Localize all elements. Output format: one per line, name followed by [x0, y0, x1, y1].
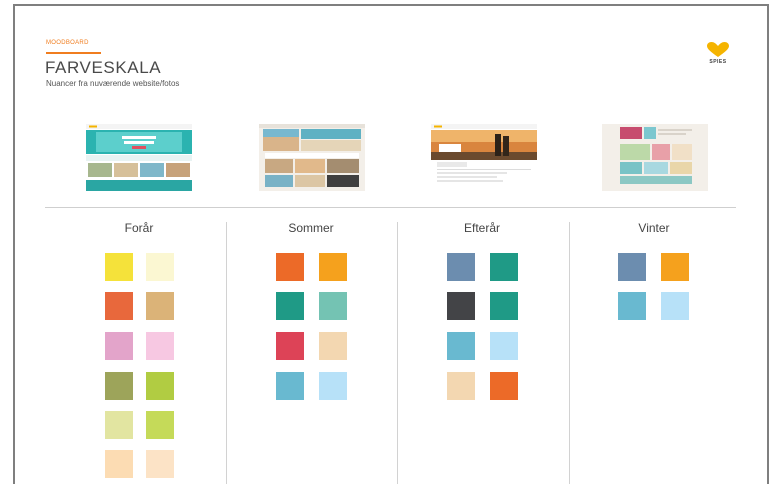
color-swatch-efterar [447, 253, 475, 281]
color-swatch-forar [146, 450, 174, 478]
color-swatch-forar [146, 411, 174, 439]
page-title: FARVESKALA [45, 58, 162, 77]
color-swatch-forar [105, 292, 133, 320]
color-swatch-forar [146, 372, 174, 400]
color-swatch-forar [105, 332, 133, 360]
season-title-sommer: Sommer [288, 221, 334, 235]
color-swatch-sommer [319, 372, 347, 400]
website-screenshot-2 [259, 124, 365, 191]
color-swatch-sommer [319, 253, 347, 281]
color-swatch-efterar [447, 372, 475, 400]
color-swatch-forar [105, 253, 133, 281]
color-swatch-sommer [276, 253, 304, 281]
color-swatch-efterar [490, 372, 518, 400]
color-swatch-sommer [276, 332, 304, 360]
page-subtitle: Nuancer fra nuværende website/fotos [46, 79, 180, 88]
season-title-vinter: Vinter [638, 221, 670, 235]
season-title-forar: Forår [124, 221, 154, 235]
website-screenshot-4 [602, 124, 708, 191]
color-swatch-sommer [319, 332, 347, 360]
column-divider [569, 222, 570, 484]
column-divider [226, 222, 227, 484]
color-swatch-efterar [490, 253, 518, 281]
color-swatch-forar [146, 253, 174, 281]
website-screenshot-1 [86, 124, 192, 191]
logo-text: SPIES [709, 59, 727, 65]
color-swatch-vinter [661, 253, 689, 281]
color-swatch-sommer [276, 372, 304, 400]
color-swatch-forar [105, 450, 133, 478]
color-swatch-vinter [661, 292, 689, 320]
section-tag-underline [46, 52, 101, 54]
color-swatch-forar [105, 372, 133, 400]
color-swatch-efterar [490, 332, 518, 360]
color-swatch-efterar [447, 332, 475, 360]
color-swatch-forar [105, 411, 133, 439]
color-swatch-vinter [618, 253, 646, 281]
color-swatch-sommer [319, 292, 347, 320]
section-tag: MOODBOARD [46, 40, 89, 46]
website-screenshot-3 [431, 124, 537, 191]
color-swatch-forar [146, 292, 174, 320]
color-swatch-forar [146, 332, 174, 360]
section-divider [45, 207, 736, 208]
season-title-efterar: Efterår [463, 221, 500, 235]
color-swatch-efterar [447, 292, 475, 320]
column-divider [397, 222, 398, 484]
heart-icon [707, 42, 729, 57]
color-swatch-efterar [490, 292, 518, 320]
spies-logo: SPIES [704, 42, 732, 65]
color-swatch-sommer [276, 292, 304, 320]
color-swatch-vinter [618, 292, 646, 320]
